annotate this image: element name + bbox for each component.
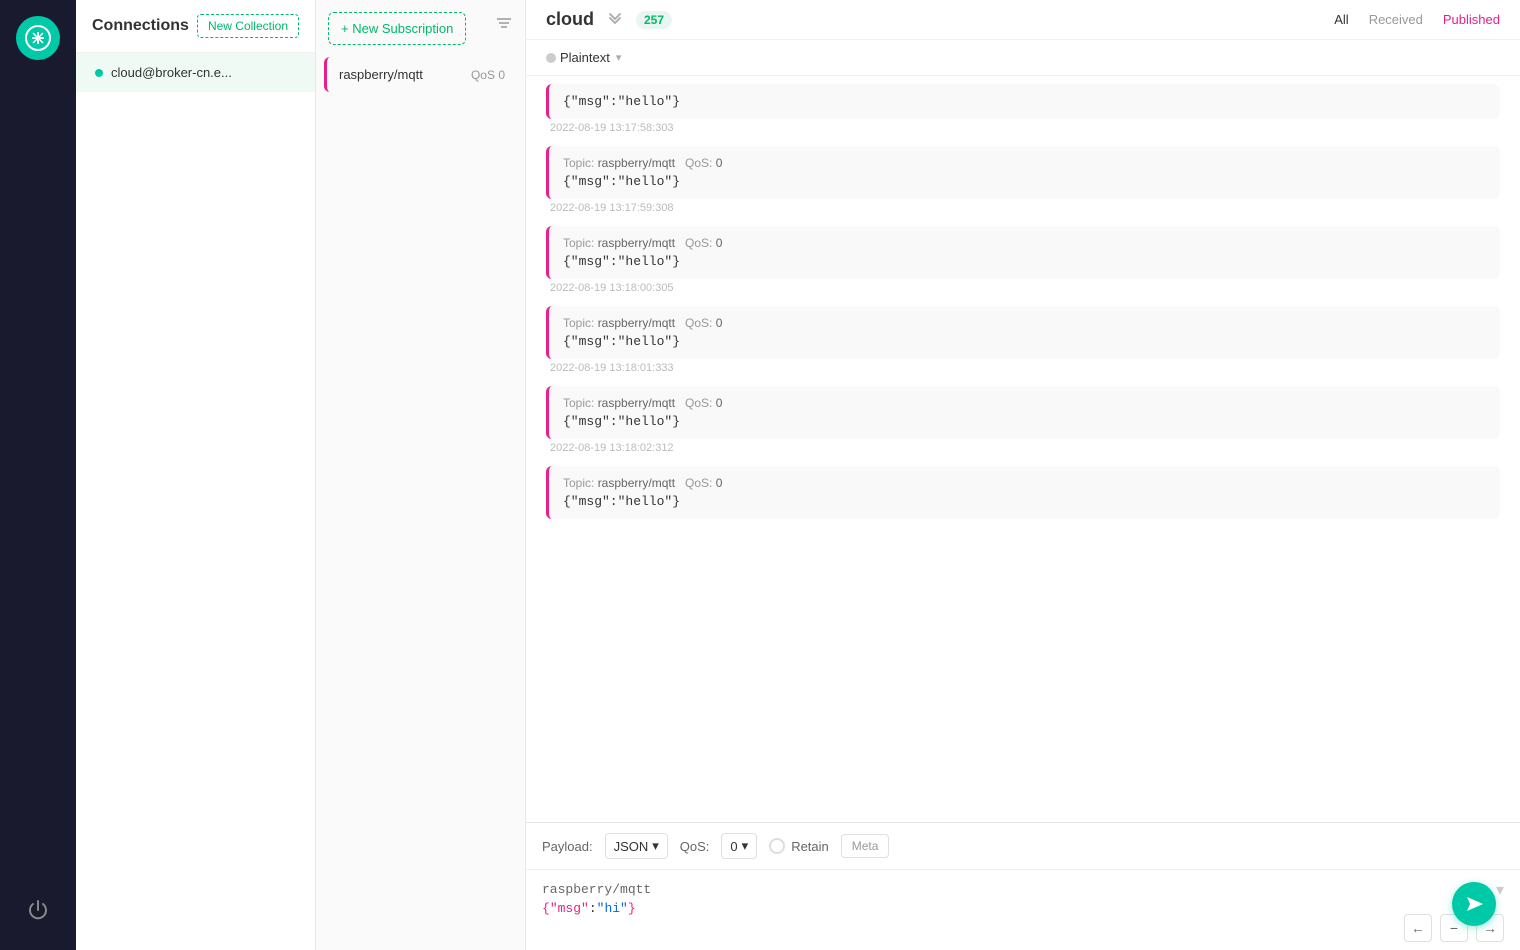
subscriptions-top: + New Subscription: [316, 0, 525, 57]
connection-item[interactable]: cloud@broker-cn.e...: [76, 53, 315, 92]
message-body: {"msg":"hello"}: [563, 414, 1486, 429]
tab-all[interactable]: All: [1334, 10, 1348, 29]
tab-published[interactable]: Published: [1443, 10, 1500, 29]
send-button[interactable]: [1452, 882, 1496, 926]
message-card: Topic: raspberry/mqtt QoS: 0 {"msg":"hel…: [546, 306, 1500, 359]
collapse-icon[interactable]: ▾: [1496, 880, 1504, 900]
app-logo[interactable]: [16, 16, 60, 60]
nav-back-button[interactable]: ←: [1404, 914, 1432, 942]
chevron-down-icon[interactable]: [606, 8, 624, 31]
subscription-topic: raspberry/mqtt: [339, 67, 423, 82]
message-card: Topic: raspberry/mqtt QoS: 0 {"msg":"hel…: [546, 466, 1500, 519]
plaintext-label: Plaintext: [560, 50, 610, 65]
message-group: Topic: raspberry/mqtt QoS: 0 {"msg":"hel…: [546, 386, 1500, 462]
publish-content[interactable]: raspberry/mqtt {"msg":"hi"}: [526, 870, 1520, 950]
retain-checkbox: [769, 838, 785, 854]
message-timestamp: 2022-08-19 13:17:58:303: [550, 122, 1500, 134]
message-meta: Topic: raspberry/mqtt QoS: 0: [563, 316, 1486, 330]
publish-area: Payload: JSON ▾ QoS: 0 ▾ Retain Meta ras…: [526, 822, 1520, 950]
qos-value-select[interactable]: 0 ▾: [721, 833, 757, 859]
publish-content-wrapper: raspberry/mqtt {"msg":"hi"} ▾ ← − →: [526, 870, 1520, 950]
meta-button[interactable]: Meta: [841, 834, 890, 858]
plaintext-bar: Plaintext ▾: [526, 40, 1520, 76]
connections-sidebar: Connections New Collection cloud@broker-…: [76, 0, 316, 950]
connections-header: Connections New Collection: [76, 0, 315, 53]
publish-topic: raspberry/mqtt: [542, 882, 1504, 897]
plaintext-chevron-icon: ▾: [616, 51, 622, 64]
top-bar: cloud 257 All Received Published: [526, 0, 1520, 40]
subscription-item[interactable]: raspberry/mqtt QoS 0: [324, 57, 517, 92]
message-timestamp: 2022-08-19 13:18:02:312: [550, 442, 1500, 454]
publish-toolbar: Payload: JSON ▾ QoS: 0 ▾ Retain Meta: [526, 823, 1520, 870]
message-group: Topic: raspberry/mqtt QoS: 0 {"msg":"hel…: [546, 466, 1500, 521]
message-group: Topic: raspberry/mqtt QoS: 0 {"msg":"hel…: [546, 146, 1500, 222]
message-meta: Topic: raspberry/mqtt QoS: 0: [563, 156, 1486, 170]
power-icon[interactable]: [19, 891, 57, 934]
send-button-wrapper: [1452, 882, 1496, 926]
message-meta: Topic: raspberry/mqtt QoS: 0: [563, 236, 1486, 250]
tab-received[interactable]: Received: [1369, 10, 1423, 29]
message-group: {"msg":"hello"} 2022-08-19 13:17:58:303: [546, 84, 1500, 142]
message-timestamp: 2022-08-19 13:17:59:308: [550, 202, 1500, 214]
connections-title: Connections: [92, 17, 189, 35]
connection-name: cloud@broker-cn.e...: [111, 65, 232, 80]
message-body: {"msg":"hello"}: [563, 254, 1486, 269]
message-count-badge: 257: [636, 11, 672, 29]
message-group: Topic: raspberry/mqtt QoS: 0 {"msg":"hel…: [546, 306, 1500, 382]
message-body: {"msg":"hello"}: [563, 334, 1486, 349]
retain-button[interactable]: Retain: [769, 838, 829, 854]
publish-body: {"msg":"hi"}: [542, 901, 1504, 916]
new-collection-button[interactable]: New Collection: [197, 14, 299, 38]
plaintext-selector[interactable]: Plaintext ▾: [546, 50, 621, 65]
main-area: cloud 257 All Received Published Plainte…: [526, 0, 1520, 950]
qos-label: QoS:: [680, 839, 710, 854]
message-card: Topic: raspberry/mqtt QoS: 0 {"msg":"hel…: [546, 226, 1500, 279]
filter-icon[interactable]: [495, 14, 513, 37]
message-meta: Topic: raspberry/mqtt QoS: 0: [563, 396, 1486, 410]
plaintext-status-dot: [546, 53, 556, 63]
connection-status-dot: [95, 69, 103, 77]
filter-tabs: All Received Published: [1334, 10, 1500, 29]
new-subscription-button[interactable]: + New Subscription: [328, 12, 466, 45]
subscription-qos: QoS 0: [471, 68, 505, 82]
payload-label: Payload:: [542, 839, 593, 854]
qos-chevron-icon: ▾: [742, 838, 749, 854]
payload-chevron-icon: ▾: [652, 838, 659, 854]
message-body: {"msg":"hello"}: [563, 94, 1486, 109]
connection-title: cloud: [546, 9, 594, 30]
dark-sidebar: [0, 0, 76, 950]
message-timestamp: 2022-08-19 13:18:00:305: [550, 282, 1500, 294]
message-group: Topic: raspberry/mqtt QoS: 0 {"msg":"hel…: [546, 226, 1500, 302]
message-card: Topic: raspberry/mqtt QoS: 0 {"msg":"hel…: [546, 386, 1500, 439]
message-card: {"msg":"hello"}: [546, 84, 1500, 119]
message-list: {"msg":"hello"} 2022-08-19 13:17:58:303 …: [526, 76, 1520, 822]
message-body: {"msg":"hello"}: [563, 494, 1486, 509]
subscriptions-panel: + New Subscription raspberry/mqtt QoS 0: [316, 0, 526, 950]
message-card: Topic: raspberry/mqtt QoS: 0 {"msg":"hel…: [546, 146, 1500, 199]
payload-format-select[interactable]: JSON ▾: [605, 833, 668, 859]
message-meta: Topic: raspberry/mqtt QoS: 0: [563, 476, 1486, 490]
message-timestamp: 2022-08-19 13:18:01:333: [550, 362, 1500, 374]
message-body: {"msg":"hello"}: [563, 174, 1486, 189]
